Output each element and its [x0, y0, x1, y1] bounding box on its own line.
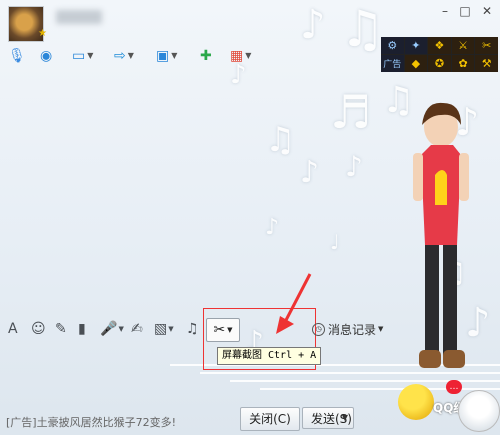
send-file-icon: ⇨	[114, 48, 126, 64]
corner-avatar[interactable]	[458, 390, 500, 432]
star-badge-icon: ★	[38, 28, 47, 39]
music-note-icon: ♫	[186, 321, 199, 337]
chevron-down-icon: ▼	[378, 325, 384, 333]
chevron-down-icon: ▼	[127, 51, 134, 60]
chevron-down-icon: ▼	[245, 51, 252, 60]
contact-name-redacted	[56, 10, 102, 24]
voice-call-icon: 🎙	[8, 48, 26, 64]
send-file-button[interactable]: ⇨ ▼	[114, 45, 134, 67]
clock-icon: ◷	[312, 322, 325, 336]
screenshot-tooltip: 屏幕截图 Ctrl + A	[217, 347, 322, 365]
create-group-button[interactable]: ✚	[200, 45, 212, 67]
microphone-icon: 🎤	[100, 321, 118, 337]
font-icon: A	[8, 321, 18, 337]
font-button[interactable]: A	[8, 318, 18, 340]
voice-call-button[interactable]: 🎙	[8, 45, 26, 67]
maximize-button[interactable]: □	[457, 4, 473, 18]
apps-icon: ▦	[230, 48, 244, 64]
create-group-icon: ✚	[200, 48, 212, 64]
qq-logo-icon	[398, 384, 434, 420]
close-button[interactable]: 关闭(C)	[240, 407, 300, 431]
music-button[interactable]: ♫	[186, 318, 199, 340]
plugin-tile[interactable]: ⚔	[451, 37, 475, 54]
chevron-down-icon: ▼	[168, 325, 174, 333]
video-call-icon: ◉	[40, 48, 53, 64]
message-history-button[interactable]: ◷ 消息记录 ▼	[312, 320, 383, 338]
notification-bubble-icon: …	[446, 380, 462, 394]
magic-wand-icon: ✎	[55, 321, 67, 337]
voice-message-button[interactable]: 🎤 ▼	[100, 318, 124, 340]
chat-window: ♪ ♫ ♪ ♫ ♬ ♪ ♪ ♫ ♪ ♪ ♩ ♫ ♪ ♪ ★ – □ ✕ 🎙 ◉ …	[0, 0, 500, 435]
ad-link[interactable]: [广告]土豪披风居然比猴子72变多!	[6, 414, 176, 430]
plugin-ad-tile[interactable]: 广告	[381, 55, 404, 72]
plugin-tile[interactable]: ✦	[404, 37, 428, 54]
screen-share-icon: ▣	[156, 48, 170, 64]
pencil-icon: ✍	[131, 321, 143, 337]
plugin-tile[interactable]: ✪	[428, 55, 451, 72]
remote-desktop-icon: ▭	[72, 48, 86, 64]
video-call-button[interactable]: ◉	[40, 45, 52, 67]
video-message-button[interactable]: ▮	[78, 318, 86, 340]
plugin-grid: ⚙ ✦ ❖ ⚔ ✂ 广告 ◆ ✪ ✿ ⚒	[381, 37, 498, 72]
emoji-icon: ☺	[31, 321, 46, 337]
shake-button[interactable]: ✎	[55, 318, 67, 340]
show-character-figure	[413, 102, 469, 368]
chevron-down-icon: ▼	[87, 51, 94, 60]
plugin-tile[interactable]: ❖	[428, 37, 451, 54]
send-options-chevron-icon[interactable]: ▼	[335, 408, 355, 428]
close-window-button[interactable]: ✕	[479, 4, 495, 18]
doodle-button[interactable]: ✍	[131, 318, 143, 340]
plugin-tile[interactable]: ⚙	[381, 37, 404, 54]
apps-button[interactable]: ▦ ▼	[230, 45, 251, 67]
plugin-tile[interactable]: ✿	[451, 55, 475, 72]
chevron-down-icon: ▼	[171, 51, 178, 60]
remote-desktop-button[interactable]: ▭ ▼	[72, 45, 93, 67]
plugin-tile[interactable]: ◆	[404, 55, 428, 72]
image-icon: ▧	[154, 321, 168, 337]
minimize-button[interactable]: –	[437, 4, 453, 18]
screen-share-button[interactable]: ▣ ▼	[156, 45, 177, 67]
plugin-tile[interactable]: ✂	[475, 37, 498, 54]
video-icon: ▮	[78, 321, 86, 337]
chevron-down-icon: ▼	[118, 325, 124, 333]
plugin-tile[interactable]: ⚒	[475, 55, 498, 72]
message-history-label: 消息记录	[328, 322, 377, 337]
emoji-button[interactable]: ☺	[31, 318, 46, 340]
send-image-button[interactable]: ▧ ▼	[154, 318, 174, 340]
